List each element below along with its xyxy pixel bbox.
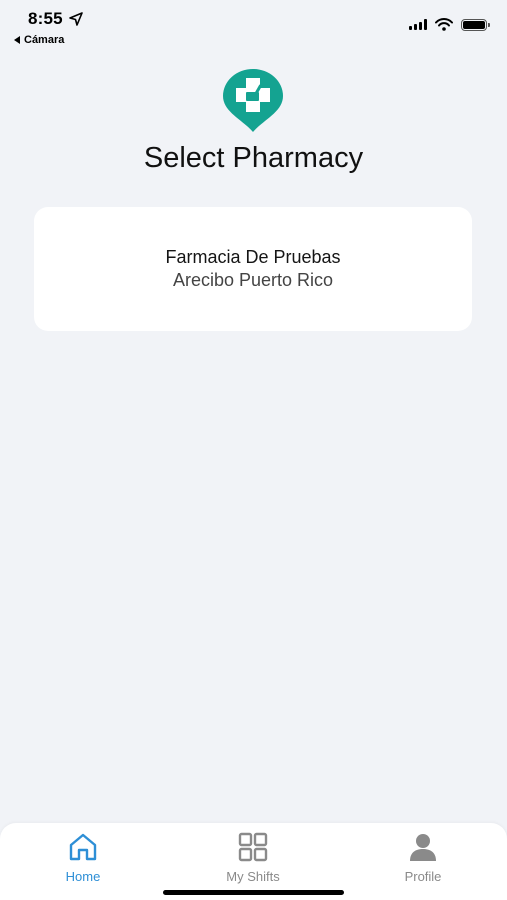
pharmacy-logo-icon — [223, 69, 283, 132]
status-time: 8:55 — [28, 9, 63, 28]
battery-icon — [461, 18, 490, 31]
home-indicator[interactable] — [163, 890, 344, 895]
tab-my-shifts-label: My Shifts — [226, 869, 280, 884]
bottom-tab-bar: Home My Shifts Profile — [0, 823, 507, 900]
tab-profile[interactable]: Profile — [363, 831, 483, 884]
cellular-signal-icon — [409, 19, 427, 30]
wifi-icon — [435, 18, 453, 31]
pharmacy-name: Farmacia De Pruebas — [165, 247, 341, 267]
status-time-group: 8:55 — [28, 9, 83, 29]
pharmacy-card[interactable]: Farmacia De Pruebas Arecibo Puerto Rico — [34, 207, 472, 331]
status-bar: 8:55 Cámara — [0, 0, 507, 54]
back-app-label: Cámara — [24, 34, 65, 46]
location-arrow-icon — [69, 12, 83, 26]
status-indicators — [409, 18, 490, 31]
grid-icon — [238, 832, 268, 862]
tab-home[interactable]: Home — [23, 831, 143, 884]
tab-my-shifts[interactable]: My Shifts — [193, 831, 313, 884]
tab-profile-label: Profile — [404, 869, 442, 884]
home-icon — [69, 833, 97, 861]
tab-home-label: Home — [65, 869, 101, 884]
person-icon — [410, 834, 436, 861]
pharmacy-location: Arecibo Puerto Rico — [172, 270, 334, 290]
back-to-app-link[interactable]: Cámara — [14, 34, 64, 46]
page-title: Select Pharmacy — [143, 142, 364, 174]
back-triangle-icon — [14, 36, 20, 44]
